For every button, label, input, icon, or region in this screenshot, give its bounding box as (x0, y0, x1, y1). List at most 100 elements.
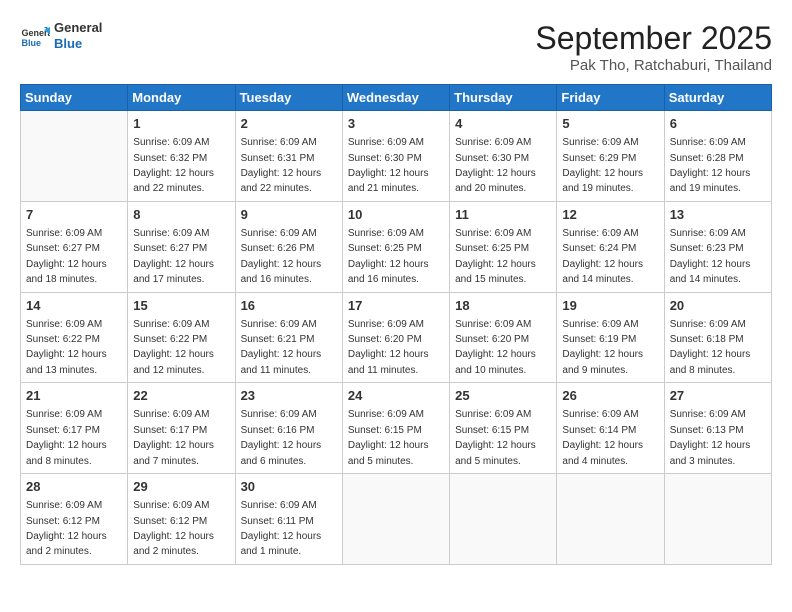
location-subtitle: Pak Tho, Ratchaburi, Thailand (535, 57, 772, 74)
day-info: Sunrise: 6:09 AMSunset: 6:30 PMDaylight:… (455, 137, 536, 194)
calendar-cell: 7 Sunrise: 6:09 AMSunset: 6:27 PMDayligh… (21, 201, 128, 292)
calendar-cell: 27 Sunrise: 6:09 AMSunset: 6:13 PMDaylig… (664, 383, 771, 474)
day-info: Sunrise: 6:09 AMSunset: 6:26 PMDaylight:… (241, 228, 322, 285)
calendar-cell: 2 Sunrise: 6:09 AMSunset: 6:31 PMDayligh… (235, 111, 342, 202)
weekday-header-cell: Wednesday (342, 85, 449, 111)
day-info: Sunrise: 6:09 AMSunset: 6:25 PMDaylight:… (348, 228, 429, 285)
calendar-cell: 16 Sunrise: 6:09 AMSunset: 6:21 PMDaylig… (235, 292, 342, 383)
weekday-header-cell: Sunday (21, 85, 128, 111)
calendar-cell: 29 Sunrise: 6:09 AMSunset: 6:12 PMDaylig… (128, 474, 235, 565)
calendar-cell: 24 Sunrise: 6:09 AMSunset: 6:15 PMDaylig… (342, 383, 449, 474)
day-number: 8 (133, 206, 229, 224)
day-number: 23 (241, 387, 337, 405)
day-number: 25 (455, 387, 551, 405)
calendar-cell: 30 Sunrise: 6:09 AMSunset: 6:11 PMDaylig… (235, 474, 342, 565)
day-info: Sunrise: 6:09 AMSunset: 6:12 PMDaylight:… (26, 500, 107, 557)
calendar-cell (21, 111, 128, 202)
calendar-cell: 5 Sunrise: 6:09 AMSunset: 6:29 PMDayligh… (557, 111, 664, 202)
day-number: 5 (562, 115, 658, 133)
calendar-cell (557, 474, 664, 565)
day-info: Sunrise: 6:09 AMSunset: 6:19 PMDaylight:… (562, 319, 643, 376)
day-number: 19 (562, 297, 658, 315)
calendar-week-row: 28 Sunrise: 6:09 AMSunset: 6:12 PMDaylig… (21, 474, 772, 565)
day-info: Sunrise: 6:09 AMSunset: 6:27 PMDaylight:… (133, 228, 214, 285)
calendar-cell: 8 Sunrise: 6:09 AMSunset: 6:27 PMDayligh… (128, 201, 235, 292)
logo-icon: General Blue (20, 21, 50, 51)
calendar-cell: 26 Sunrise: 6:09 AMSunset: 6:14 PMDaylig… (557, 383, 664, 474)
calendar-table: SundayMondayTuesdayWednesdayThursdayFrid… (20, 84, 772, 565)
weekday-header-cell: Saturday (664, 85, 771, 111)
calendar-cell: 25 Sunrise: 6:09 AMSunset: 6:15 PMDaylig… (450, 383, 557, 474)
calendar-cell: 1 Sunrise: 6:09 AMSunset: 6:32 PMDayligh… (128, 111, 235, 202)
day-info: Sunrise: 6:09 AMSunset: 6:21 PMDaylight:… (241, 319, 322, 376)
calendar-week-row: 1 Sunrise: 6:09 AMSunset: 6:32 PMDayligh… (21, 111, 772, 202)
day-number: 22 (133, 387, 229, 405)
day-number: 2 (241, 115, 337, 133)
day-info: Sunrise: 6:09 AMSunset: 6:30 PMDaylight:… (348, 137, 429, 194)
day-info: Sunrise: 6:09 AMSunset: 6:28 PMDaylight:… (670, 137, 751, 194)
calendar-week-row: 7 Sunrise: 6:09 AMSunset: 6:27 PMDayligh… (21, 201, 772, 292)
day-info: Sunrise: 6:09 AMSunset: 6:24 PMDaylight:… (562, 228, 643, 285)
day-number: 7 (26, 206, 122, 224)
calendar-cell: 11 Sunrise: 6:09 AMSunset: 6:25 PMDaylig… (450, 201, 557, 292)
calendar-cell: 6 Sunrise: 6:09 AMSunset: 6:28 PMDayligh… (664, 111, 771, 202)
day-info: Sunrise: 6:09 AMSunset: 6:16 PMDaylight:… (241, 409, 322, 466)
weekday-header-cell: Tuesday (235, 85, 342, 111)
calendar-cell: 18 Sunrise: 6:09 AMSunset: 6:20 PMDaylig… (450, 292, 557, 383)
logo: General Blue General Blue (20, 20, 102, 51)
day-info: Sunrise: 6:09 AMSunset: 6:12 PMDaylight:… (133, 500, 214, 557)
day-number: 15 (133, 297, 229, 315)
day-number: 9 (241, 206, 337, 224)
calendar-body: 1 Sunrise: 6:09 AMSunset: 6:32 PMDayligh… (21, 111, 772, 565)
day-number: 24 (348, 387, 444, 405)
day-info: Sunrise: 6:09 AMSunset: 6:25 PMDaylight:… (455, 228, 536, 285)
day-number: 21 (26, 387, 122, 405)
logo-line2: Blue (54, 36, 102, 52)
weekday-header-cell: Friday (557, 85, 664, 111)
svg-text:Blue: Blue (22, 37, 42, 47)
day-number: 6 (670, 115, 766, 133)
day-number: 17 (348, 297, 444, 315)
calendar-cell: 22 Sunrise: 6:09 AMSunset: 6:17 PMDaylig… (128, 383, 235, 474)
day-info: Sunrise: 6:09 AMSunset: 6:15 PMDaylight:… (348, 409, 429, 466)
calendar-cell: 21 Sunrise: 6:09 AMSunset: 6:17 PMDaylig… (21, 383, 128, 474)
day-info: Sunrise: 6:09 AMSunset: 6:18 PMDaylight:… (670, 319, 751, 376)
calendar-cell: 23 Sunrise: 6:09 AMSunset: 6:16 PMDaylig… (235, 383, 342, 474)
calendar-cell: 20 Sunrise: 6:09 AMSunset: 6:18 PMDaylig… (664, 292, 771, 383)
calendar-cell (342, 474, 449, 565)
day-info: Sunrise: 6:09 AMSunset: 6:22 PMDaylight:… (133, 319, 214, 376)
day-number: 27 (670, 387, 766, 405)
calendar-cell: 19 Sunrise: 6:09 AMSunset: 6:19 PMDaylig… (557, 292, 664, 383)
day-info: Sunrise: 6:09 AMSunset: 6:13 PMDaylight:… (670, 409, 751, 466)
day-number: 30 (241, 478, 337, 496)
day-info: Sunrise: 6:09 AMSunset: 6:27 PMDaylight:… (26, 228, 107, 285)
day-number: 4 (455, 115, 551, 133)
day-info: Sunrise: 6:09 AMSunset: 6:11 PMDaylight:… (241, 500, 322, 557)
day-number: 12 (562, 206, 658, 224)
day-info: Sunrise: 6:09 AMSunset: 6:22 PMDaylight:… (26, 319, 107, 376)
day-number: 16 (241, 297, 337, 315)
calendar-cell: 28 Sunrise: 6:09 AMSunset: 6:12 PMDaylig… (21, 474, 128, 565)
page-header: General Blue General Blue September 2025… (20, 20, 772, 74)
day-number: 14 (26, 297, 122, 315)
calendar-cell: 9 Sunrise: 6:09 AMSunset: 6:26 PMDayligh… (235, 201, 342, 292)
calendar-cell (450, 474, 557, 565)
calendar-week-row: 21 Sunrise: 6:09 AMSunset: 6:17 PMDaylig… (21, 383, 772, 474)
calendar-cell (664, 474, 771, 565)
calendar-cell: 15 Sunrise: 6:09 AMSunset: 6:22 PMDaylig… (128, 292, 235, 383)
title-block: September 2025 Pak Tho, Ratchaburi, Thai… (535, 20, 772, 74)
logo-line1: General (54, 20, 102, 36)
weekday-header-cell: Thursday (450, 85, 557, 111)
month-title: September 2025 (535, 20, 772, 57)
calendar-cell: 13 Sunrise: 6:09 AMSunset: 6:23 PMDaylig… (664, 201, 771, 292)
day-number: 3 (348, 115, 444, 133)
day-number: 1 (133, 115, 229, 133)
calendar-cell: 3 Sunrise: 6:09 AMSunset: 6:30 PMDayligh… (342, 111, 449, 202)
weekday-header-row: SundayMondayTuesdayWednesdayThursdayFrid… (21, 85, 772, 111)
day-info: Sunrise: 6:09 AMSunset: 6:23 PMDaylight:… (670, 228, 751, 285)
day-number: 26 (562, 387, 658, 405)
day-info: Sunrise: 6:09 AMSunset: 6:20 PMDaylight:… (455, 319, 536, 376)
calendar-week-row: 14 Sunrise: 6:09 AMSunset: 6:22 PMDaylig… (21, 292, 772, 383)
day-info: Sunrise: 6:09 AMSunset: 6:17 PMDaylight:… (26, 409, 107, 466)
day-number: 18 (455, 297, 551, 315)
